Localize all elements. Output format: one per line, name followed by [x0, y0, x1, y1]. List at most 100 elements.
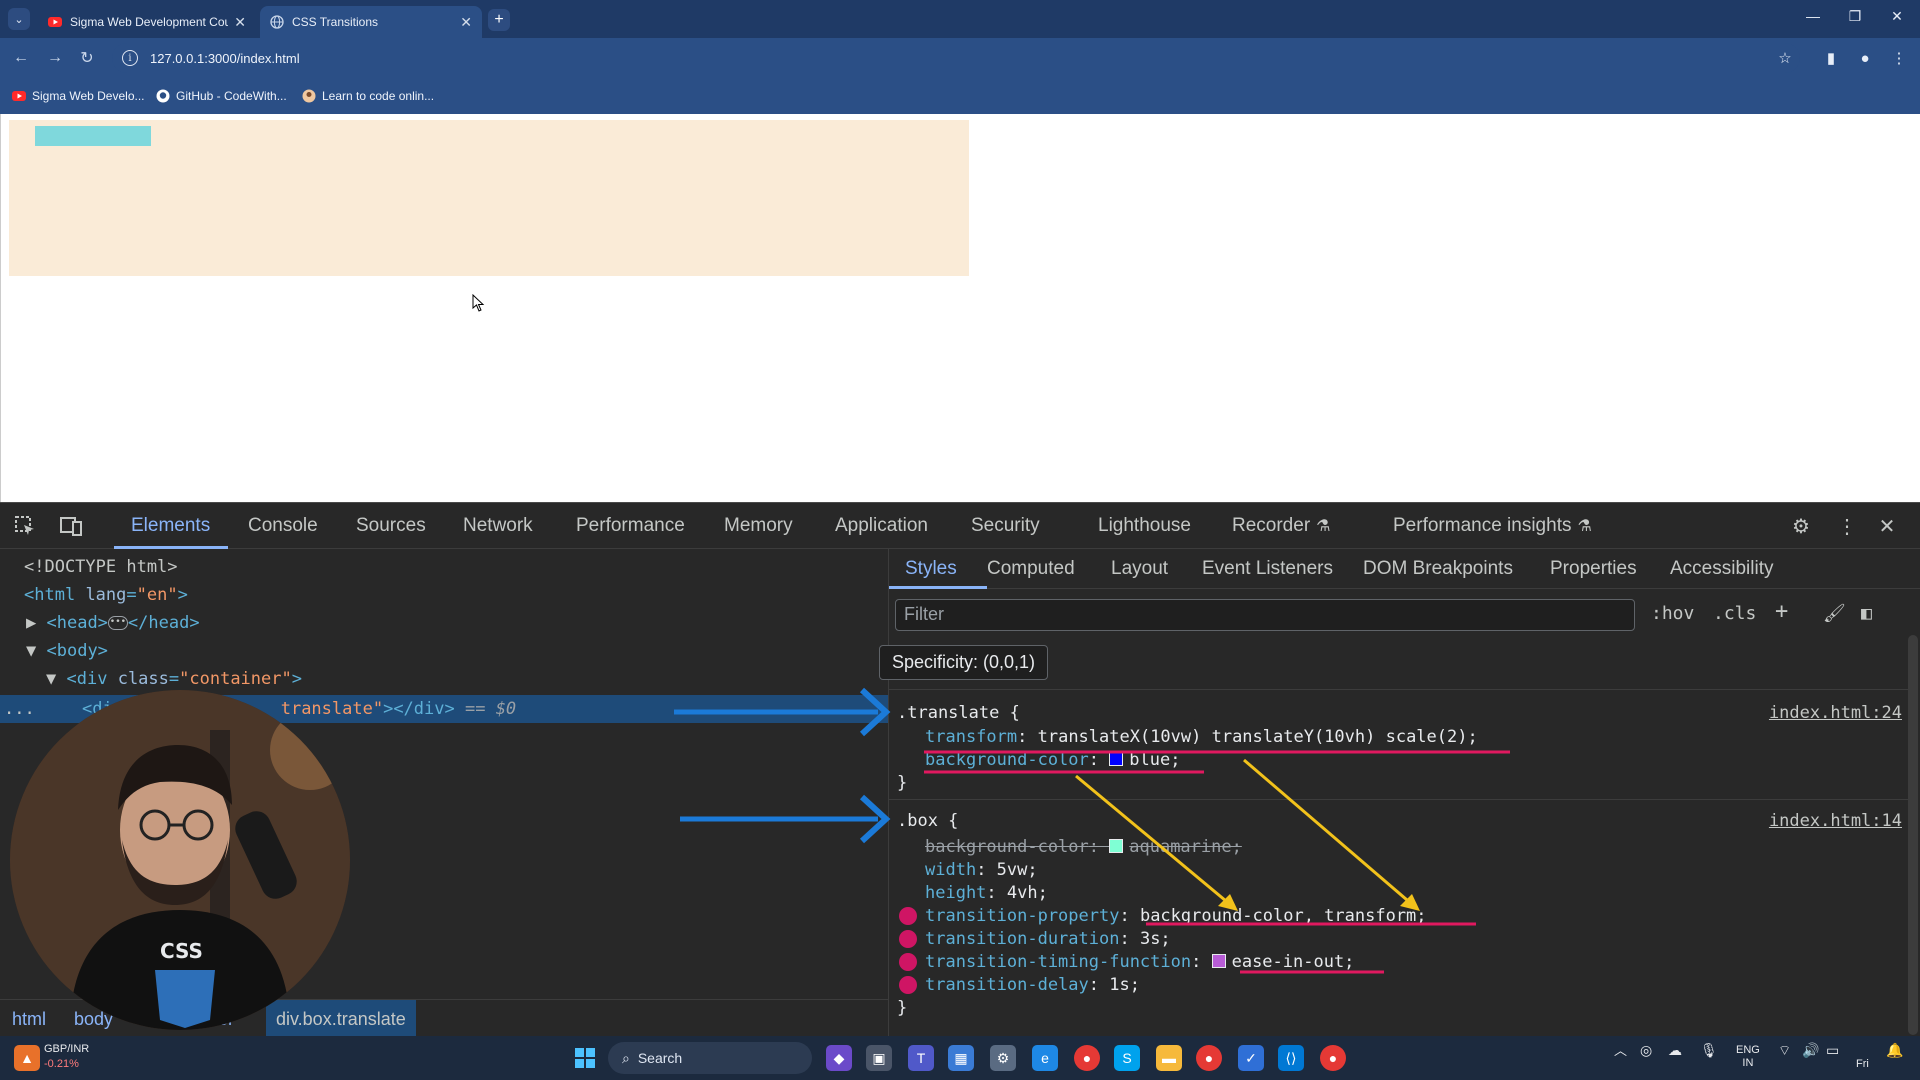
close-window-icon[interactable]: ✕ [1882, 8, 1912, 25]
tab-console[interactable]: Console [248, 515, 318, 537]
settings-gear-icon[interactable]: ⚙ [1788, 513, 1814, 539]
bookmark-sigma[interactable]: Sigma Web Develo... [12, 86, 145, 106]
head-node[interactable]: ▶ <head> ••• </head> [26, 613, 200, 633]
chrome-active-icon[interactable]: ● [1320, 1045, 1346, 1071]
reload-icon[interactable]: ↻ [76, 47, 98, 69]
address-url[interactable]: 127.0.0.1:3000/index.html [150, 51, 300, 66]
breadcrumb-html[interactable]: html [12, 1009, 46, 1030]
styles-scrollbar[interactable] [1908, 635, 1918, 1035]
tab-recorder[interactable]: Recorder ⚗ [1232, 515, 1331, 537]
address-bar[interactable]: i 127.0.0.1:3000/index.html [112, 43, 1800, 73]
stocks-widget-icon[interactable]: ▲ [14, 1045, 40, 1071]
bookmark-learn-to-code[interactable]: Learn to code onlin... [302, 86, 434, 106]
site-info-icon[interactable]: i [122, 50, 138, 66]
hov-toggle[interactable]: :hov [1651, 603, 1694, 624]
tab-elements[interactable]: Elements [131, 515, 210, 537]
volume-icon[interactable]: 🔊 [1802, 1043, 1819, 1057]
node-ellipsis[interactable]: ... [4, 699, 35, 719]
html-node[interactable]: <html lang="en"> [24, 585, 188, 605]
decl-transition-delay[interactable]: transition-delay: 1s; [925, 975, 1140, 995]
skype-icon[interactable]: S [1114, 1045, 1140, 1071]
decl-transform[interactable]: transform: translateX(10vw) translateY(1… [925, 727, 1478, 747]
tab-properties[interactable]: Properties [1550, 558, 1637, 580]
back-arrow-icon[interactable]: ← [10, 47, 32, 69]
stock-ticker[interactable]: GBP/INR -0.21% [44, 1042, 89, 1072]
collapse-triangle-icon[interactable]: ▼ [46, 669, 56, 689]
restore-icon[interactable]: ❐ [1840, 8, 1870, 25]
tray-app-icon[interactable]: ◎ [1640, 1043, 1652, 1057]
task-view-icon[interactable]: ▣ [866, 1045, 892, 1071]
windows-start-icon[interactable] [572, 1045, 598, 1071]
close-tab-icon[interactable]: ✕ [234, 14, 246, 31]
profile-icon[interactable]: ● [1854, 47, 1876, 69]
tab-sources[interactable]: Sources [356, 515, 426, 537]
ellipsis-icon[interactable]: ••• [107, 616, 128, 630]
microphone-icon[interactable]: 🎙 [1700, 1043, 1718, 1057]
tab-memory[interactable]: Memory [724, 515, 793, 537]
todo-icon[interactable]: ✓ [1238, 1045, 1264, 1071]
toggle-sidebar-icon[interactable]: ◧ [1861, 603, 1872, 624]
tab-dom-breakpoints[interactable]: DOM Breakpoints [1363, 558, 1513, 580]
wifi-icon[interactable]: ⌔ [1778, 1043, 1791, 1057]
breadcrumb-div-box-translate[interactable]: div.box.translate [266, 1000, 416, 1038]
tab-event-listeners[interactable]: Event Listeners [1202, 558, 1333, 580]
styles-filter-input[interactable]: Filter [895, 599, 1635, 631]
tab-sigma-web-development[interactable]: Sigma Web Development Cou ✕ [38, 6, 256, 38]
forward-arrow-icon[interactable]: → [44, 47, 66, 69]
tab-security[interactable]: Security [971, 515, 1040, 537]
translate-source-link[interactable]: index.html:24 [1769, 703, 1902, 723]
decl-transition-timing-function[interactable]: transition-timing-function: ease-in-out; [925, 952, 1354, 972]
language-indicator[interactable]: ENG IN [1736, 1044, 1760, 1070]
teams-icon[interactable]: T [908, 1045, 934, 1071]
taskbar-search[interactable]: ⌕ Search [608, 1042, 812, 1074]
collapse-triangle-icon[interactable]: ▼ [26, 641, 36, 661]
close-devtools-icon[interactable]: ✕ [1874, 513, 1900, 539]
box-selector[interactable]: .box { [897, 811, 958, 831]
device-toolbar-icon[interactable] [58, 513, 84, 539]
inspect-element-icon[interactable] [12, 513, 38, 539]
notification-bell-icon[interactable]: 🔔 [1886, 1043, 1903, 1057]
vscode-icon[interactable]: ⟨⟩ [1278, 1045, 1304, 1071]
onedrive-icon[interactable]: ☁ [1668, 1043, 1682, 1057]
battery-icon[interactable]: ▭ [1826, 1043, 1839, 1057]
color-swatch[interactable] [1109, 752, 1124, 766]
decl-transition-duration[interactable]: transition-duration: 3s; [925, 929, 1171, 949]
menu-kebab-icon[interactable]: ⋮ [1888, 47, 1910, 69]
bookmark-star-icon[interactable]: ☆ [1774, 47, 1796, 69]
color-swatch[interactable] [1109, 839, 1124, 853]
chrome-icon[interactable]: ● [1074, 1045, 1100, 1071]
tray-overflow-chevron-icon[interactable]: ︿ [1614, 1044, 1627, 1057]
new-tab-plus-icon[interactable]: + [488, 9, 510, 31]
paint-brush-icon[interactable]: 🖌 [1823, 603, 1846, 624]
chrome-profile-icon[interactable]: ● [1196, 1045, 1222, 1071]
container-node[interactable]: ▼ <div class="container"> [46, 669, 302, 689]
body-node[interactable]: ▼ <body> [26, 641, 108, 661]
cls-toggle[interactable]: .cls [1713, 603, 1756, 624]
more-options-kebab-icon[interactable]: ⋮ [1834, 513, 1860, 539]
minimize-icon[interactable]: — [1798, 8, 1828, 24]
new-style-rule-plus-icon[interactable]: + [1775, 599, 1788, 624]
bookmark-github[interactable]: GitHub - CodeWith... [156, 86, 287, 106]
tab-performance-insights[interactable]: Performance insights ⚗ [1393, 515, 1592, 537]
tab-layout[interactable]: Layout [1111, 558, 1168, 580]
tab-performance[interactable]: Performance [576, 515, 685, 537]
clock-day[interactable]: Fri [1856, 1058, 1869, 1071]
edge-icon[interactable]: e [1032, 1045, 1058, 1071]
tab-application[interactable]: Application [835, 515, 928, 537]
tab-computed[interactable]: Computed [987, 558, 1075, 580]
box-source-link[interactable]: index.html:14 [1769, 811, 1902, 831]
tab-accessibility[interactable]: Accessibility [1670, 558, 1773, 580]
decl-height[interactable]: height: 4vh; [925, 883, 1048, 903]
decl-background-color-aquamarine[interactable]: background-color: aquamarine; [925, 837, 1242, 857]
side-panel-icon[interactable]: ▮ [1820, 47, 1842, 69]
easing-editor-icon[interactable] [1211, 954, 1226, 968]
decl-transition-property[interactable]: transition-property: background-color, t… [925, 906, 1427, 926]
tab-search-chevron-icon[interactable]: ⌄ [8, 8, 30, 30]
close-tab-icon[interactable]: ✕ [460, 14, 472, 31]
calendar-icon[interactable]: ▦ [948, 1045, 974, 1071]
decl-background-color-blue[interactable]: background-color: blue; [925, 750, 1180, 770]
expand-triangle-icon[interactable]: ▶ [26, 613, 36, 633]
tab-css-transitions[interactable]: CSS Transitions ✕ [260, 6, 482, 38]
tab-lighthouse[interactable]: Lighthouse [1098, 515, 1191, 537]
copilot-icon[interactable]: ◆ [826, 1045, 852, 1071]
